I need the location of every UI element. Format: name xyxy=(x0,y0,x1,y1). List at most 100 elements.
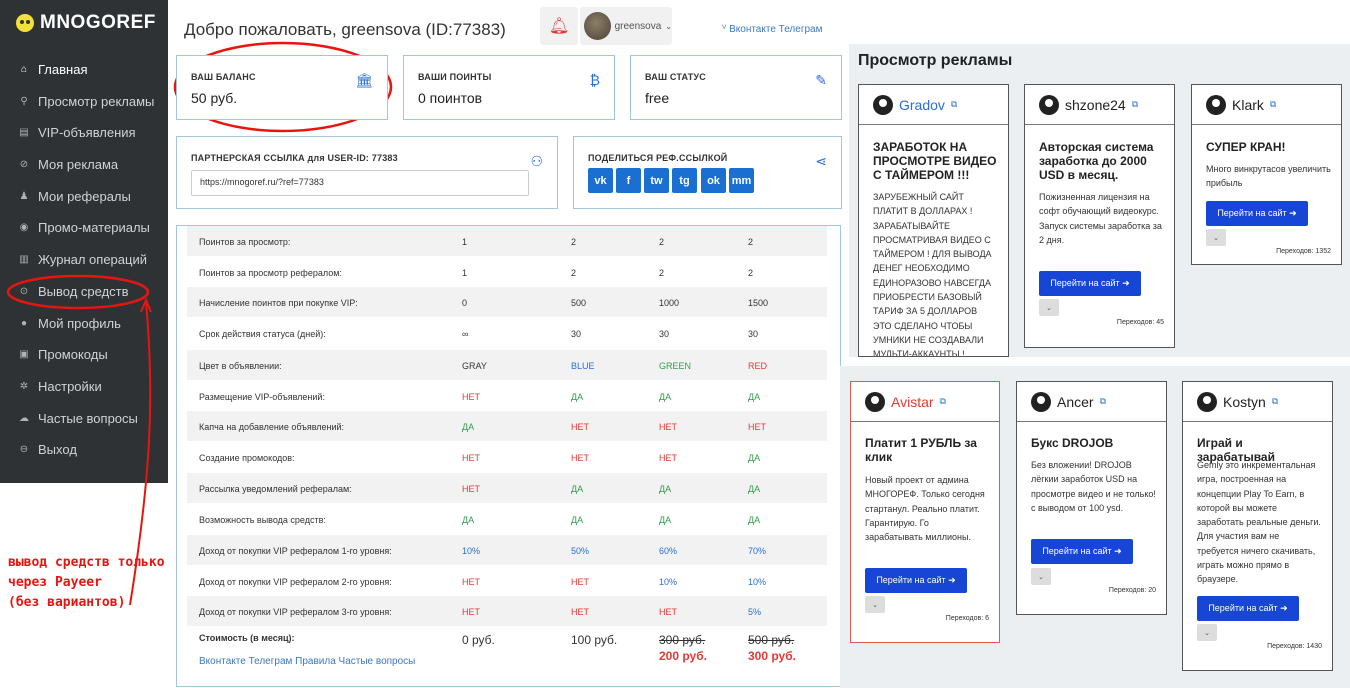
table-cell: Поинтов за просмотр рефералом: xyxy=(199,268,342,278)
ad-author[interactable]: Kostyn ⧉ xyxy=(1183,382,1332,422)
go-to-site-button[interactable]: Перейти на сайт ➜ xyxy=(1039,271,1141,296)
share-twitter-button[interactable]: tw xyxy=(644,168,669,193)
sidebar-item-label: Просмотр рекламы xyxy=(38,93,155,109)
sidebar-item-ads-view[interactable]: ⚲ Просмотр рекламы xyxy=(0,88,168,114)
header-links-text: Вконтакте Телеграм xyxy=(729,24,823,35)
balance-card: ВАШ БАЛАНС 50 руб. 🏛︎ xyxy=(176,55,388,120)
share-icon[interactable]: ⋖ xyxy=(815,153,827,170)
ad-author[interactable]: shzone24 ⧉ xyxy=(1025,85,1174,125)
logo-icon xyxy=(16,14,34,32)
sidebar-item-vip[interactable]: ▤ VIP-объявления xyxy=(0,119,168,145)
avatar xyxy=(865,391,885,412)
sidebar-item-promo[interactable]: ◉ Промо-материалы xyxy=(0,214,168,240)
sidebar-item-my-ads[interactable]: ⊘ Моя реклама xyxy=(0,151,168,177)
footer-links[interactable]: Вконтакте Телеграм Правила Частые вопрос… xyxy=(199,656,415,667)
ad-card: Avistar ⧉ Платит 1 РУБЛЬ за клик Новый пр… xyxy=(850,381,1000,643)
ad-author[interactable]: Avistar ⧉ xyxy=(851,382,999,422)
share-vk-button[interactable]: vk xyxy=(588,168,613,193)
expand-button[interactable]: ⌄ xyxy=(1197,624,1217,641)
ad-clicks-count: Переходов: 1352 xyxy=(1276,248,1331,255)
twitter-icon: tw xyxy=(650,174,663,187)
table-row: Создание промокодов: НЕТ НЕТ НЕТ ДА xyxy=(187,442,827,472)
ad-author[interactable]: Klark ⧉ xyxy=(1192,85,1341,125)
wallet-icon: ⊙ xyxy=(19,285,29,297)
go-to-site-button[interactable]: Перейти на сайт ➜ xyxy=(1206,201,1308,226)
table-cell: ДА xyxy=(571,515,584,525)
sidebar-item-promocodes[interactable]: ▣ Промокоды xyxy=(0,341,168,367)
notification-button[interactable]: 🔔︎ xyxy=(540,7,578,45)
sidebar-item-label: Моя реклама xyxy=(38,156,119,172)
table-row: Доход от покупки VIP рефералом 1-го уров… xyxy=(187,535,827,565)
table-cell: НЕТ xyxy=(571,577,589,587)
ad-card: Klark ⧉ СУПЕР КРАН! Много винкрутасов уве… xyxy=(1191,84,1342,265)
telegram-icon: tg xyxy=(679,174,690,187)
share-label: ПОДЕЛИТЬСЯ РЕФ.ССЫЛКОЙ xyxy=(588,153,728,163)
table-cell: 60% xyxy=(659,546,678,556)
table-cell: 2 xyxy=(659,268,665,278)
bell-icon: 🔔︎ xyxy=(548,18,570,35)
ad-title: Авторская система заработка до 2000 USD … xyxy=(1039,140,1154,182)
list-icon: ▤ xyxy=(19,126,29,138)
ad-author-name: Gradov xyxy=(899,96,945,113)
table-cell: 500 xyxy=(571,298,587,308)
go-to-site-button[interactable]: Перейти на сайт ➜ xyxy=(865,568,967,593)
referral-label: ПАРТНЕРСКАЯ ССЫЛКА для USER-ID: 77383 xyxy=(191,153,398,163)
table-cell: ДА xyxy=(748,392,761,402)
referral-link-field[interactable]: https://mnogoref.ru/?ref=77383 xyxy=(191,170,529,196)
sidebar-item-faq[interactable]: ☁ Частые вопросы xyxy=(0,405,168,431)
expand-button[interactable]: ⌄ xyxy=(1039,299,1059,316)
user-check-icon: ✎ xyxy=(815,72,827,88)
table-cell: 30 xyxy=(571,329,582,339)
table-cell: ДА xyxy=(659,515,672,525)
table-row: Возможность вывода средств: ДА ДА ДА ДА xyxy=(187,504,827,534)
expand-button[interactable]: ⌄ xyxy=(1031,568,1051,585)
table-cell: НЕТ xyxy=(571,422,589,432)
table-cell: НЕТ xyxy=(462,392,480,402)
table-cell: ДА xyxy=(462,515,475,525)
ad-text: Новый проект от админа МНОГОРЕФ. Только … xyxy=(865,475,985,543)
table-row: Цвет в объявлении: GRAY BLUE GREEN RED xyxy=(187,350,827,380)
share-facebook-button[interactable]: f xyxy=(616,168,641,193)
table-cell: 0 xyxy=(462,298,468,308)
avatar xyxy=(1197,391,1217,412)
sidebar-item-label: Мой профиль xyxy=(38,315,121,331)
ad-author[interactable]: Ancer ⧉ xyxy=(1017,382,1166,422)
sidebar-item-withdraw[interactable]: ⊙ Вывод средств xyxy=(0,278,168,304)
go-to-site-button[interactable]: Перейти на сайт ➜ xyxy=(1031,539,1133,564)
sidebar-item-profile[interactable]: ● Мой профиль xyxy=(0,310,168,336)
ad-clicks-count: Переходов: 20 xyxy=(1108,587,1156,594)
table-cell: 50% xyxy=(571,546,590,556)
ad-author[interactable]: Gradov ⧉ xyxy=(859,85,1008,125)
table-cell: ДА xyxy=(659,484,672,494)
go-to-site-button[interactable]: Перейти на сайт ➜ xyxy=(1197,596,1299,621)
price-label: Стоимость (в месяц): xyxy=(199,633,295,643)
table-cell: ДА xyxy=(748,484,761,494)
sidebar-item-referrals[interactable]: ♟ Мои рефералы xyxy=(0,183,168,209)
logo[interactable]: MNOGOREF xyxy=(16,12,156,34)
facebook-icon: f xyxy=(626,174,631,187)
external-link-icon: ⧉ xyxy=(1131,99,1139,109)
expand-button[interactable]: ⌄ xyxy=(865,596,885,613)
header-social-links[interactable]: ⱽ Вконтакте Телеграм xyxy=(722,24,822,35)
chevron-down-icon: ⌄ xyxy=(665,21,672,31)
tariff-table: Поинтов за просмотр: 1 2 2 2 Поинтов за прос… xyxy=(176,225,841,687)
users-icon: ♟ xyxy=(19,190,29,202)
sidebar-item-journal[interactable]: ▥ Журнал операций xyxy=(0,246,168,272)
status-label: ВАШ СТАТУС xyxy=(645,72,706,82)
sidebar-item-settings[interactable]: ✲ Настройки xyxy=(0,373,168,399)
sidebar-item-label: Журнал операций xyxy=(38,251,147,267)
table-cell: 1 xyxy=(462,237,468,247)
ad-text: Gemly это инкрементальная игра, построен… xyxy=(1197,460,1321,585)
sidebar-item-logout[interactable]: ⊖ Выход xyxy=(0,436,168,462)
expand-button[interactable]: ⌄ xyxy=(1206,229,1226,246)
chevron-down-icon: ⌄ xyxy=(1038,573,1044,581)
sidebar-item-home[interactable]: ⌂ Главная xyxy=(0,56,168,82)
user-menu[interactable]: greensova ⌄ xyxy=(580,7,672,45)
sidebar-item-label: Промокоды xyxy=(38,346,108,362)
share-telegram-button[interactable]: tg xyxy=(672,168,697,193)
sidebar-item-label: Вывод средств xyxy=(38,283,129,299)
share-mailru-button[interactable]: mm xyxy=(729,168,754,193)
sidebar-item-label: Промо-материалы xyxy=(38,219,150,235)
ad-author-name: Ancer xyxy=(1057,393,1094,410)
share-ok-button[interactable]: ok xyxy=(701,168,726,193)
